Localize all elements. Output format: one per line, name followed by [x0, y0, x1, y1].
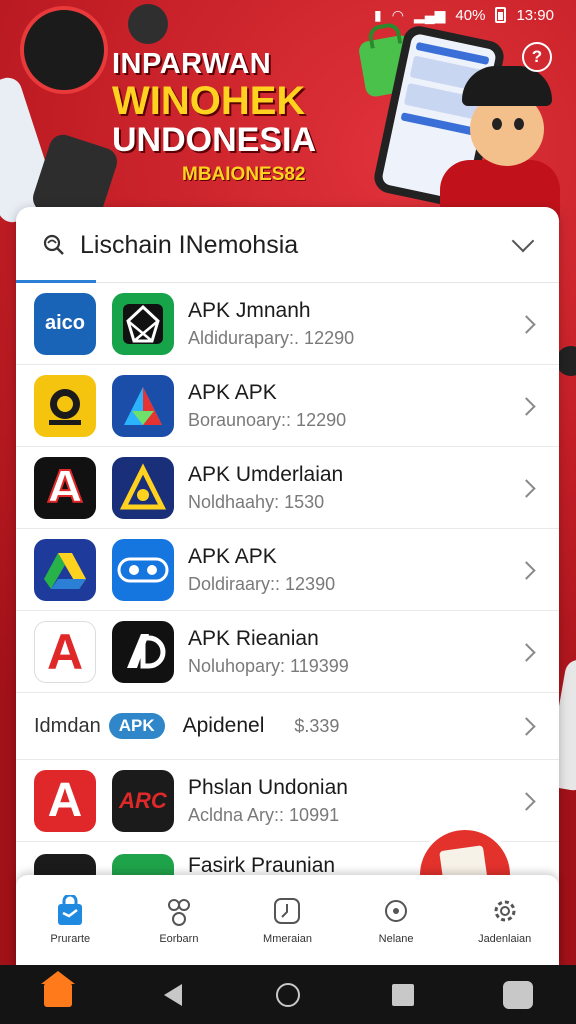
- app-triangle-yellow-icon: [112, 456, 174, 519]
- app-geometric-icon: [112, 292, 174, 355]
- nav-item-prurarte[interactable]: Prurarte: [16, 875, 125, 965]
- promo-name: Apidenel: [182, 714, 265, 737]
- app-meta: Noldhaahy: 1530: [188, 491, 325, 512]
- headline-line-2: WINOHEK: [112, 79, 306, 123]
- app-logo-text: ARC: [119, 787, 167, 813]
- app-blue-logo-icon: [112, 538, 174, 601]
- app-logo-text: A: [47, 461, 83, 514]
- app-a-logo-icon: A: [34, 456, 96, 519]
- app-meta: Noluhopary: 119399: [188, 655, 349, 676]
- house-icon: [40, 970, 75, 1007]
- app-meta: Doldiraary:: 12390: [188, 573, 336, 594]
- recents-button[interactable]: [383, 975, 423, 1015]
- search-icon: [42, 233, 66, 257]
- app-name: APK APK: [188, 544, 277, 568]
- app-logo-text: aico: [44, 312, 86, 334]
- people-icon: [163, 895, 195, 927]
- app-red-a-icon: A: [34, 620, 96, 683]
- app-drive-icon: [34, 538, 96, 601]
- headline-line-1: INPARWAN: [112, 48, 272, 80]
- bag-icon: [54, 893, 86, 927]
- panel-header[interactable]: Lischain INemohsia: [16, 207, 559, 283]
- headline-line-4: MBAIONES82: [182, 164, 306, 185]
- promo-label: Idmdan: [34, 714, 101, 737]
- back-triangle-icon: [163, 983, 182, 1006]
- system-navigation-bar: [0, 965, 576, 1024]
- help-button[interactable]: ?: [522, 42, 552, 72]
- battery-icon: [495, 7, 507, 23]
- assistant-button[interactable]: [498, 975, 538, 1015]
- app-name: APK Umderlaian: [188, 462, 344, 486]
- app-name: APK Jmnanh: [188, 298, 311, 322]
- app-meta: Aldidurapary:. 12290: [188, 327, 355, 348]
- face-icon: [503, 980, 534, 1009]
- app-row[interactable]: A APK Umderlaian Noldhaahy: 1530: [16, 447, 559, 529]
- app-meta: Boraunoary:: 12290: [188, 409, 347, 430]
- gear-icon: [489, 895, 521, 927]
- promo-value: $.339: [294, 715, 340, 736]
- banner-headline: INPARWAN WINOHEK UNDONESIA MBAIONES82: [112, 48, 342, 185]
- app-red-a-icon: A: [34, 769, 96, 832]
- app-name: APK Rieanian: [188, 626, 319, 650]
- app-name: APK APK: [188, 380, 277, 404]
- app-row[interactable]: APK APK Boraunoary:: 12290: [16, 365, 559, 447]
- app-arc-logo-icon: ARC: [112, 769, 174, 832]
- battery-percent: 40%: [455, 6, 486, 24]
- nav-item-mmeraian[interactable]: Mmeraian: [233, 875, 342, 965]
- bottom-navigation: Prurarte Eorbarn Mmeraian Nelane Jadenla…: [16, 875, 559, 965]
- app-logo-icon: aico: [34, 292, 96, 355]
- chevron-right-icon: [517, 717, 536, 736]
- nav-item-jadenlaian[interactable]: Jadenlaian: [450, 875, 559, 965]
- home-button[interactable]: [268, 975, 308, 1015]
- status-bar: ▮ ◠ ▂▄▆ 40% 13:90: [0, 0, 576, 30]
- clock: 13:90: [516, 6, 554, 24]
- back-button[interactable]: [153, 975, 193, 1015]
- recents-square-icon: [392, 983, 415, 1006]
- mascot-hat: [462, 66, 552, 106]
- wifi-icon: ◠: [391, 6, 404, 23]
- target-icon: [380, 895, 412, 927]
- home-app-button[interactable]: [38, 970, 78, 1015]
- apk-promo-row[interactable]: Idmdan APK Apidenel $.339: [16, 693, 559, 760]
- clock-icon: [271, 895, 303, 927]
- app-ad-logo-icon: [112, 620, 174, 683]
- home-circle-icon: [275, 982, 300, 1007]
- headline-line-3: UNDONESIA: [112, 121, 317, 159]
- signal-icon: ▂▄▆: [413, 6, 446, 23]
- nav-item-eorbarn[interactable]: Eorbarn: [125, 875, 234, 965]
- app-row[interactable]: APK APK Doldiraary:: 12390: [16, 529, 559, 611]
- nav-label: Eorbarn: [159, 933, 199, 945]
- nav-label: Prurarte: [50, 933, 91, 945]
- apk-badge: APK: [108, 713, 165, 739]
- app-row[interactable]: aico APK Jmnanh Aldidurapary:. 12290: [16, 283, 559, 365]
- app-meta: Acldna Ary:: 10991: [188, 804, 340, 825]
- app-name: Phslan Undonian: [188, 775, 348, 799]
- chevron-down-icon[interactable]: [511, 229, 535, 253]
- app-logo-text: A: [47, 774, 83, 827]
- app-emblem-icon: [34, 374, 96, 437]
- app-triangle-icon: [112, 374, 174, 437]
- panel-title: Lischain INemohsia: [80, 230, 299, 259]
- nav-label: Jadenlaian: [478, 933, 532, 945]
- nav-label: Nelane: [378, 933, 414, 945]
- nav-label: Mmeraian: [263, 933, 312, 945]
- app-logo-text: A: [46, 623, 84, 680]
- notification-icon: ▮: [374, 6, 382, 23]
- nav-item-nelane[interactable]: Nelane: [342, 875, 451, 965]
- app-row[interactable]: A APK Rieanian Noluhopary: 119399: [16, 611, 559, 693]
